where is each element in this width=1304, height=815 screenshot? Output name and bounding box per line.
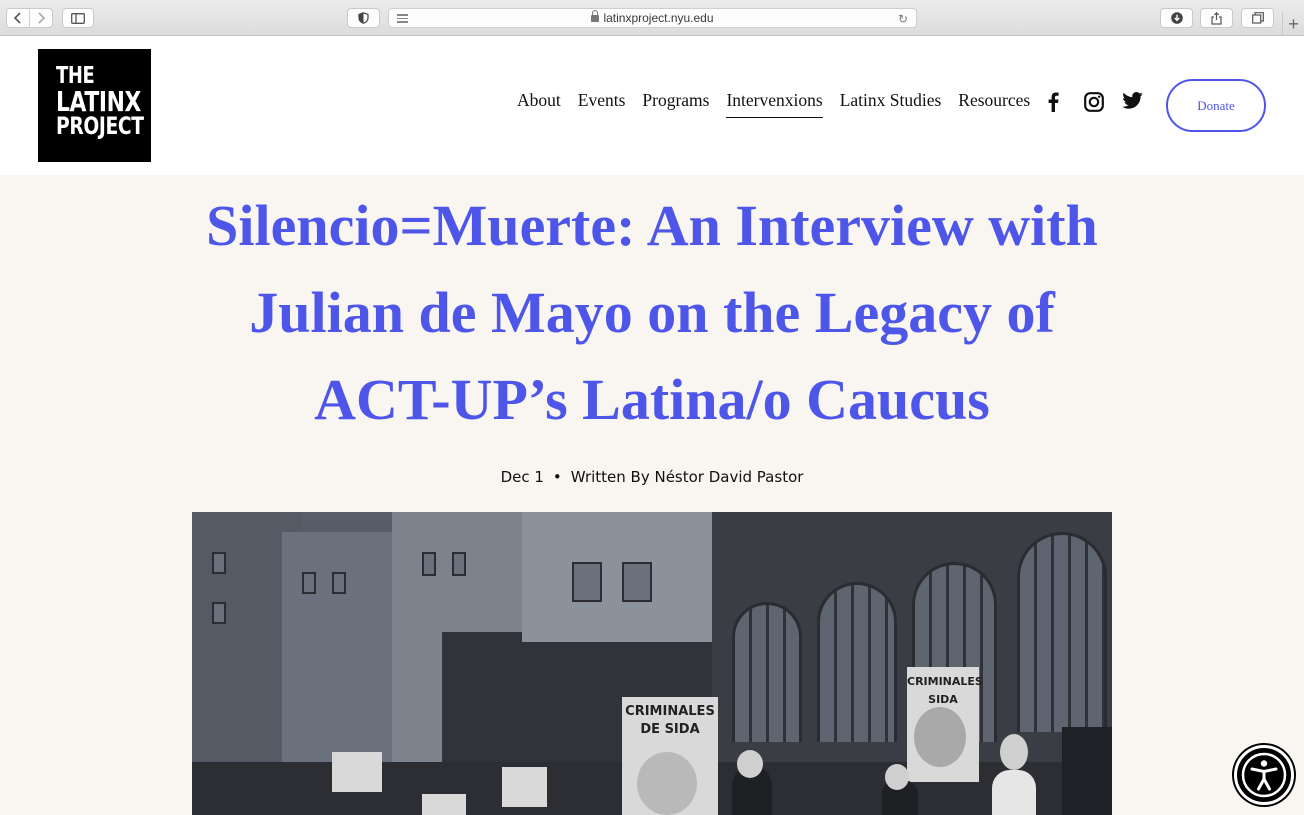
nav-latinx-studies[interactable]: Latinx Studies — [840, 90, 942, 118]
instagram-link[interactable] — [1084, 92, 1104, 112]
main-nav: About Events Programs Intervenxions Lati… — [517, 90, 1047, 118]
nav-programs[interactable]: Programs — [642, 90, 709, 118]
share-icon — [1211, 11, 1222, 25]
reload-icon[interactable]: ↻ — [898, 12, 908, 26]
site-logo[interactable]: THE LATINX PROJECT — [38, 49, 151, 162]
sidebar-button[interactable] — [62, 8, 94, 28]
shield-icon — [358, 12, 369, 24]
tabs-overview-icon — [1251, 12, 1264, 24]
url-text: latinxproject.nyu.edu — [603, 11, 714, 25]
article-meta: Dec 1 • Written By Néstor David Pastor — [0, 468, 1304, 486]
history-buttons — [6, 8, 53, 28]
privacy-button[interactable] — [347, 8, 380, 28]
instagram-icon — [1084, 92, 1104, 112]
tabs-button[interactable] — [1241, 8, 1274, 28]
article-date[interactable]: Dec 1 — [501, 468, 544, 486]
meta-separator: • — [552, 468, 562, 486]
article-title-line: Julian de Mayo on the Legacy of — [249, 280, 1055, 345]
donate-button[interactable]: Donate — [1166, 79, 1266, 132]
download-icon — [1170, 12, 1183, 24]
lock-icon — [591, 9, 600, 23]
article-title-line: ACT-UP’s Latina/o Caucus — [314, 367, 990, 432]
downloads-button[interactable] — [1160, 8, 1193, 28]
chevron-left-icon — [14, 12, 21, 24]
forward-button[interactable] — [29, 9, 52, 27]
logo-line: LATINX — [56, 85, 141, 118]
new-tab-button[interactable]: + — [1282, 12, 1304, 36]
nav-about[interactable]: About — [517, 90, 561, 118]
chevron-right-icon — [38, 12, 45, 24]
sidebar-icon — [71, 12, 85, 24]
facebook-icon — [1048, 92, 1059, 112]
protest-sign-text: CRIMINALES DE SIDA — [625, 704, 715, 737]
article-hero-image: CRIMINALES DE SIDA CRIMINALES SIDA — [192, 512, 1112, 815]
nav-intervenxions[interactable]: Intervenxions — [726, 90, 823, 118]
twitter-icon — [1122, 92, 1143, 109]
nav-events[interactable]: Events — [578, 90, 626, 118]
share-button[interactable] — [1200, 8, 1233, 28]
article-title: Silencio=Muerte: An Interview with Julia… — [150, 182, 1154, 443]
reader-icon[interactable] — [397, 14, 408, 25]
back-button[interactable] — [7, 9, 29, 27]
facebook-link[interactable] — [1046, 92, 1060, 112]
article-title-line: Silencio=Muerte: An Interview with — [206, 193, 1098, 258]
browser-toolbar: latinxproject.nyu.edu ↻ + — [0, 0, 1304, 36]
site-header: THE LATINX PROJECT About Events Programs… — [0, 36, 1304, 175]
accessibility-icon — [1241, 752, 1287, 798]
address-bar[interactable]: latinxproject.nyu.edu ↻ — [388, 8, 917, 28]
nav-resources[interactable]: Resources — [958, 90, 1030, 118]
accessibility-button[interactable] — [1234, 745, 1294, 805]
protest-sign-text: CRIMINALES SIDA — [907, 675, 983, 706]
logo-line: PROJECT — [56, 112, 144, 140]
article-byline[interactable]: Written By Néstor David Pastor — [571, 468, 804, 486]
twitter-link[interactable] — [1122, 92, 1143, 109]
